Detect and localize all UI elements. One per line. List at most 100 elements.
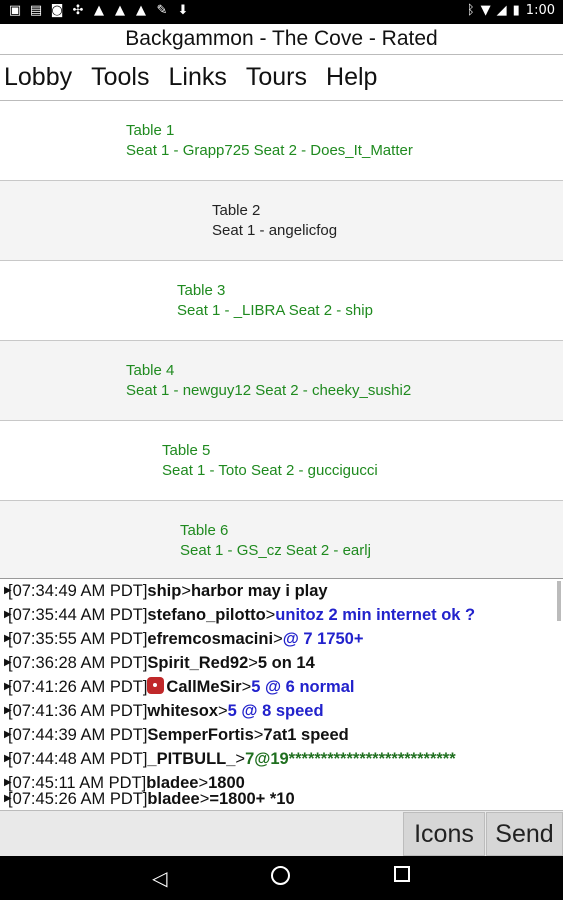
table-seats: Seat 1 - newguy12 Seat 2 - cheeky_sushi2 bbox=[126, 382, 412, 399]
chat-input[interactable] bbox=[0, 811, 402, 856]
voicemail-icon: ◙ bbox=[50, 3, 64, 18]
chat-message: =1800+ *10 bbox=[209, 790, 295, 808]
chat-message: unitoz 2 min internet ok ? bbox=[275, 606, 476, 624]
chat-timestamp: [07:41:26 AM PDT] bbox=[8, 678, 148, 696]
play-arrow-icon: ▶ bbox=[4, 793, 12, 804]
wifi-icon: ▼ bbox=[480, 3, 491, 18]
menu-links[interactable]: Links bbox=[165, 63, 231, 92]
chat-separator: > bbox=[248, 654, 258, 672]
chat-log[interactable]: ▶ [07:34:49 AM PDT]ship>harbor may i pla… bbox=[0, 578, 563, 810]
image-icon: ▤ bbox=[29, 3, 43, 18]
chat-timestamp: [07:35:44 AM PDT] bbox=[8, 606, 148, 624]
home-icon[interactable] bbox=[271, 866, 290, 885]
chat-line: ▶ [07:41:26 AM PDT] CallMeSir>5 @ 6 norma… bbox=[0, 675, 563, 699]
chat-message: 7at1 speed bbox=[263, 726, 349, 744]
chat-message: 5 @ 8 speed bbox=[227, 702, 324, 720]
input-bar: Icons Send bbox=[0, 810, 563, 856]
table-title: Table 6 bbox=[180, 522, 229, 539]
window-title: Backgammon - The Cove - Rated bbox=[125, 27, 438, 50]
menu-bar: Lobby Tools Links Tours Help bbox=[0, 54, 563, 101]
chat-timestamp: [07:45:26 AM PDT] bbox=[8, 790, 148, 808]
chat-separator: > bbox=[241, 678, 252, 696]
chat-line: ▶ [07:36:28 AM PDT]Spirit_Red92>5 on 14 bbox=[0, 651, 563, 675]
table-row-6[interactable]: Table 6 Seat 1 - GS_cz Seat 2 - earlj bbox=[0, 501, 563, 578]
gallery-icon: ▣ bbox=[8, 3, 22, 18]
clock: 1:00 bbox=[525, 3, 555, 18]
menu-tours[interactable]: Tours bbox=[242, 63, 311, 92]
chat-line: ▶ [07:34:49 AM PDT]ship>harbor may i pla… bbox=[0, 579, 563, 603]
chat-line: ▶ [07:41:36 AM PDT]whitesox>5 @ 8 speed bbox=[0, 699, 563, 723]
chat-user[interactable]: Spirit_Red92 bbox=[147, 654, 248, 672]
wrench-icon: ✎ bbox=[156, 3, 168, 18]
table-title: Table 1 bbox=[126, 122, 175, 139]
table-seats: Seat 1 - angelicfog bbox=[212, 222, 338, 239]
chat-timestamp: [07:35:55 AM PDT] bbox=[8, 630, 148, 648]
chat-user[interactable]: whitesox bbox=[147, 702, 218, 720]
chat-separator: > bbox=[253, 726, 264, 744]
play-arrow-icon: ▶ bbox=[4, 609, 12, 620]
table-row-1[interactable]: Table 1 Seat 1 - Grapp725 Seat 2 - Does_… bbox=[0, 101, 563, 181]
table-row-4[interactable]: Table 4 Seat 1 - newguy12 Seat 2 - cheek… bbox=[0, 341, 563, 421]
table-title: Table 5 bbox=[162, 442, 211, 459]
chat-message: 7@19************************** bbox=[245, 750, 456, 768]
play-arrow-icon: ▶ bbox=[4, 585, 12, 596]
play-arrow-icon: ▶ bbox=[4, 729, 12, 740]
table-seats: Seat 1 - Grapp725 Seat 2 - Does_It_Matte… bbox=[126, 142, 413, 159]
chat-timestamp: [07:41:36 AM PDT] bbox=[8, 702, 148, 720]
chat-timestamp: [07:34:49 AM PDT] bbox=[8, 582, 148, 600]
menu-lobby[interactable]: Lobby bbox=[0, 63, 76, 92]
play-arrow-icon: ▶ bbox=[4, 705, 12, 716]
chat-separator: > bbox=[199, 790, 210, 808]
chat-timestamp: [07:36:28 AM PDT] bbox=[8, 654, 148, 672]
warning-icon: ▲ bbox=[136, 3, 146, 18]
bluetooth-icon: ᛒ bbox=[466, 3, 475, 18]
chat-timestamp: [07:44:48 AM PDT] bbox=[8, 750, 148, 768]
back-icon[interactable]: ◁ bbox=[152, 866, 167, 890]
system-icons: ᛒ ▼ ◢ ▮ 1:00 bbox=[467, 3, 555, 19]
chat-message: 5 on 14 bbox=[257, 654, 315, 672]
chat-user[interactable]: stefano_pilotto bbox=[147, 606, 265, 624]
table-row-3[interactable]: Table 3 Seat 1 - _LIBRA Seat 2 - ship bbox=[0, 261, 563, 341]
chat-line: ▶ [07:35:44 AM PDT]stefano_pilotto>unito… bbox=[0, 603, 563, 627]
chat-user[interactable]: _PITBULL_ bbox=[147, 750, 235, 768]
send-button[interactable]: Send bbox=[486, 812, 563, 856]
chat-user[interactable]: efremcosmacini bbox=[147, 630, 273, 648]
play-arrow-icon: ▶ bbox=[4, 657, 12, 668]
table-list: Table 1 Seat 1 - Grapp725 Seat 2 - Does_… bbox=[0, 101, 563, 578]
chat-user[interactable]: SemperFortis bbox=[147, 726, 253, 744]
download-icon: ⬇ bbox=[177, 3, 189, 18]
chat-message: harbor may i play bbox=[190, 582, 328, 600]
dice-icon bbox=[147, 677, 165, 694]
recent-apps-icon[interactable] bbox=[394, 866, 410, 882]
chat-user[interactable]: bladee bbox=[147, 790, 199, 808]
chat-user[interactable]: ship bbox=[147, 582, 181, 600]
icons-button[interactable]: Icons bbox=[403, 812, 485, 856]
menu-help[interactable]: Help bbox=[322, 63, 381, 92]
table-title: Table 2 bbox=[212, 202, 261, 219]
table-row-2[interactable]: Table 2 Seat 1 - angelicfog bbox=[0, 181, 563, 261]
chat-message: 5 @ 6 normal bbox=[251, 678, 355, 696]
warning-icon: ▲ bbox=[115, 3, 125, 18]
play-arrow-icon: ▶ bbox=[4, 753, 12, 764]
chat-separator: > bbox=[235, 750, 246, 768]
notification-icons: ▣ ▤ ◙ ✣ ▲ ▲ ▲ ✎ ⬇ bbox=[8, 3, 190, 19]
chat-message: @ 7 1750+ bbox=[282, 630, 364, 648]
chat-separator: > bbox=[181, 582, 191, 600]
chat-line: ▶ [07:35:55 AM PDT]efremcosmacini>@ 7 17… bbox=[0, 627, 563, 651]
signal-icon: ◢ bbox=[496, 3, 507, 18]
warning-icon: ▲ bbox=[94, 3, 104, 18]
play-arrow-icon: ▶ bbox=[4, 633, 12, 644]
status-bar: ▣ ▤ ◙ ✣ ▲ ▲ ▲ ✎ ⬇ ᛒ ▼ ◢ ▮ 1:00 bbox=[0, 0, 563, 24]
navigation-bar: ◁ bbox=[0, 856, 563, 900]
table-seats: Seat 1 - Toto Seat 2 - guccigucci bbox=[162, 462, 378, 479]
chat-line: ▶ [07:44:48 AM PDT]_PITBULL_>7@19*******… bbox=[0, 747, 563, 771]
table-title: Table 3 bbox=[177, 282, 226, 299]
table-seats: Seat 1 - _LIBRA Seat 2 - ship bbox=[177, 302, 373, 319]
chat-line: ▶ [07:45:26 AM PDT]bladee>=1800+ *10 bbox=[0, 787, 563, 810]
chat-separator: > bbox=[273, 630, 283, 648]
table-title: Table 4 bbox=[126, 362, 175, 379]
table-row-5[interactable]: Table 5 Seat 1 - Toto Seat 2 - guccigucc… bbox=[0, 421, 563, 501]
chat-timestamp: [07:44:39 AM PDT] bbox=[8, 726, 148, 744]
menu-tools[interactable]: Tools bbox=[87, 63, 153, 92]
chat-user[interactable]: CallMeSir bbox=[166, 678, 241, 696]
